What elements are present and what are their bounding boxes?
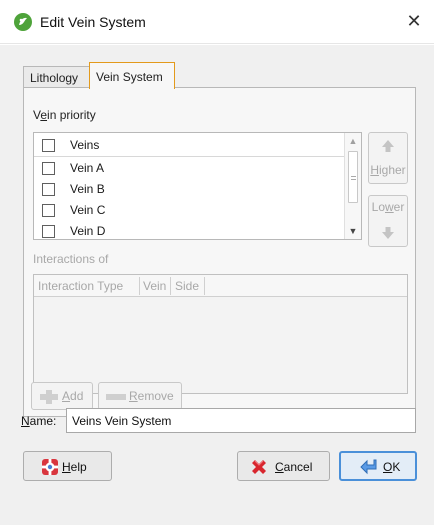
scroll-thumb[interactable] [348, 151, 358, 203]
ok-button[interactable]: OK [339, 451, 417, 481]
add-label-accel: A [62, 389, 71, 403]
vein-checkbox[interactable] [42, 225, 55, 238]
remove-button-label: Remove [129, 389, 174, 403]
higher-button-label: Higher [369, 163, 407, 177]
name-label-accel: N [21, 414, 30, 428]
higher-button[interactable]: Higher [368, 132, 408, 184]
higher-label-rest: igher [378, 163, 406, 177]
lower-label-accel: w [385, 200, 394, 214]
help-button-label: Help [62, 460, 87, 474]
veins-column-header: Veins [70, 138, 100, 152]
ok-button-label: OK [383, 460, 400, 474]
vein-name: Vein C [70, 203, 106, 217]
vein-system-panel: Vein priority Veins Vein A Vein B Vein C [23, 87, 416, 417]
help-label-accel: H [62, 460, 71, 474]
vein-checkbox[interactable] [42, 162, 55, 175]
scroll-up-icon[interactable]: ▲ [345, 133, 361, 149]
column-header-vein[interactable]: Vein [143, 279, 166, 293]
remove-label-accel: R [129, 389, 138, 403]
remove-button[interactable]: Remove [98, 382, 182, 410]
veins-list-header: Veins [34, 133, 344, 157]
vein-row[interactable]: Vein C [34, 200, 344, 220]
minus-icon [106, 394, 126, 400]
tab-vein-system[interactable]: Vein System [89, 62, 175, 89]
tab-lithology[interactable]: Lithology [23, 66, 90, 88]
enter-return-icon [360, 459, 377, 475]
help-button[interactable]: Help [23, 451, 112, 481]
lower-label-part: er [393, 200, 405, 214]
vein-row[interactable]: Vein B [34, 179, 344, 199]
scroll-down-icon[interactable]: ▼ [345, 223, 361, 239]
ok-label-accel: O [383, 460, 393, 474]
cancel-button[interactable]: Cancel [237, 451, 330, 481]
plus-icon [40, 390, 58, 404]
name-input[interactable] [66, 408, 416, 433]
close-button[interactable]: ✕ [402, 10, 426, 34]
column-header-side[interactable]: Side [175, 279, 199, 293]
lower-button[interactable]: Lower [368, 195, 408, 247]
cancel-label-accel: C [275, 460, 284, 474]
vein-priority-label-part: in priority [47, 108, 96, 122]
vein-checkbox[interactable] [42, 183, 55, 196]
scroll-grip-icon [351, 176, 356, 180]
app-icon [14, 13, 32, 31]
add-button[interactable]: Add [31, 382, 93, 410]
help-lifebuoy-icon [42, 459, 58, 475]
vein-checkbox[interactable] [42, 204, 55, 217]
add-button-label: Add [62, 389, 83, 403]
name-field-label: Name: [21, 414, 56, 428]
add-label-rest: dd [70, 389, 84, 403]
cancel-label-rest: ancel [283, 460, 313, 474]
veins-scrollbar[interactable]: ▲ ▼ [344, 133, 361, 239]
help-label-rest: elp [70, 460, 87, 474]
vein-name: Vein B [70, 182, 105, 196]
ok-label-rest: K [392, 460, 401, 474]
column-divider [204, 277, 205, 295]
remove-label-rest: emove [137, 389, 174, 403]
interactions-table[interactable]: Interaction Type Vein Side [33, 274, 408, 394]
window-title: Edit Vein System [40, 14, 146, 30]
arrow-down-icon [382, 227, 394, 239]
lower-label-part: Lo [371, 200, 385, 214]
vein-name: Vein D [70, 224, 106, 238]
name-label-rest: ame: [29, 414, 57, 428]
select-all-checkbox[interactable] [42, 139, 55, 152]
interactions-label: Interactions of [33, 252, 109, 266]
column-divider [139, 277, 140, 295]
vein-row[interactable]: Vein A [34, 158, 344, 178]
lower-button-label: Lower [369, 200, 407, 214]
cancel-x-icon [252, 460, 266, 474]
vein-priority-label: Vein priority [33, 108, 96, 122]
veins-list[interactable]: Veins Vein A Vein B Vein C Vein D ▲ ▼ [33, 132, 362, 240]
title-bar: Edit Vein System ✕ [0, 0, 434, 44]
cancel-button-label: Cancel [275, 460, 312, 474]
dialog-body: Lithology Vein System Vein priority Vein… [0, 45, 434, 525]
higher-label-accel: H [370, 163, 379, 177]
column-header-interaction-type[interactable]: Interaction Type [38, 279, 123, 293]
vein-name: Vein A [70, 161, 105, 175]
interactions-table-header: Interaction Type Vein Side [34, 275, 407, 297]
column-divider [170, 277, 171, 295]
vein-row[interactable]: Vein D [34, 221, 344, 239]
arrow-up-icon [382, 140, 394, 152]
